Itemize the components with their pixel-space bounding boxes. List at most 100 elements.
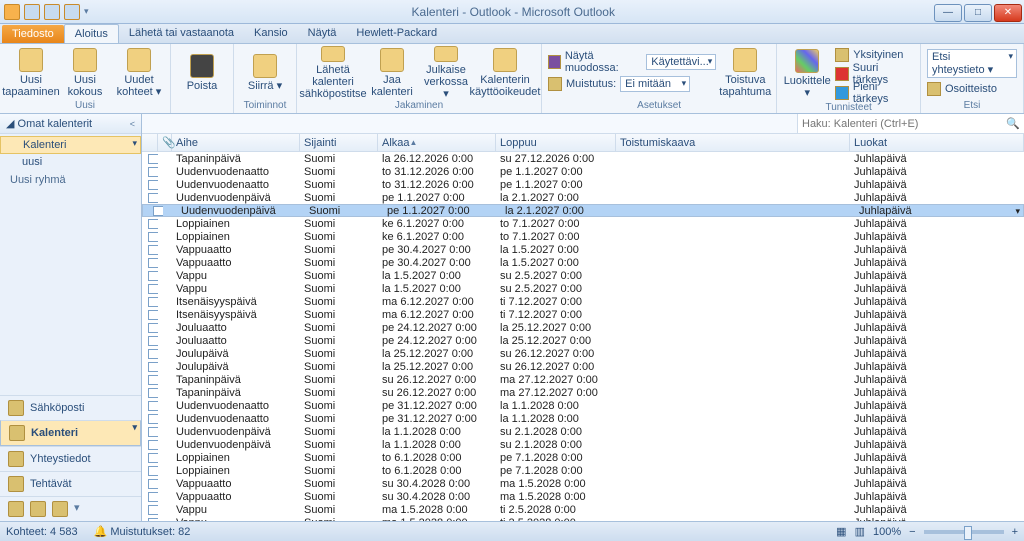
table-row[interactable]: UudenvuodenpäiväSuomipe 1.1.2027 0:00la … [142,191,1024,204]
appointment-icon [148,453,158,463]
shortcuts-icon[interactable] [52,501,68,517]
tab-file[interactable]: Tiedosto [2,25,64,43]
appointment-icon [148,258,158,268]
table-row[interactable]: TapaninpäiväSuomisu 26.12.2027 0:00ma 27… [142,373,1024,386]
folder-list-icon[interactable] [30,501,46,517]
find-contact-input[interactable]: Etsi yhteystieto ▾ [927,49,1017,78]
calendar-permissions-button[interactable]: Kalenterin käyttöoikeudet [475,46,535,100]
contacts-icon [8,451,24,467]
table-row[interactable]: JoulupäiväSuomila 25.12.2027 0:00su 26.1… [142,347,1024,360]
delete-button[interactable]: Poista [177,46,227,100]
search-input[interactable] [802,118,1006,130]
col-attachment[interactable]: 📎 [158,134,172,151]
undo-icon[interactable] [44,4,60,20]
tab-aloitus[interactable]: Aloitus [64,24,119,43]
nav-configure-icon[interactable]: ▾ [74,501,80,517]
col-sijainti[interactable]: Sijainti [300,134,378,151]
table-row[interactable]: UudenvuodenpäiväSuomila 1.1.2028 0:00su … [142,425,1024,438]
status-bar: Kohteet: 4 583 🔔 Muistutukset: 82 ▦ ▥ 10… [0,521,1024,541]
close-button[interactable]: ✕ [994,4,1022,22]
table-row[interactable]: VappuSuomima 1.5.2028 0:00ti 2.5.2028 0:… [142,503,1024,516]
nav-module-yhteystiedot[interactable]: Yhteystiedot [0,446,141,471]
outlook-icon [4,4,20,20]
categorize-button[interactable]: Luokittele ▾ [783,47,831,101]
col-aihe[interactable]: Aihe [172,134,300,151]
nav-calendar-kalenteri[interactable]: Kalenteri [0,136,141,154]
table-row[interactable]: UudenvuodenpäiväSuomila 1.1.2028 0:00su … [142,438,1024,451]
appointment-icon [148,245,158,255]
table-row[interactable]: VappuSuomila 1.5.2027 0:00su 2.5.2027 0:… [142,269,1024,282]
appointment-icon [148,492,158,502]
move-button[interactable]: Siirrä ▾ [240,46,290,100]
col-toistumiskaava[interactable]: Toistumiskaava [616,134,850,151]
table-row[interactable]: TapaninpäiväSuomila 26.12.2026 0:00su 27… [142,152,1024,165]
table-row[interactable]: ItsenäisyyspäiväSuomima 6.12.2027 0:00ti… [142,295,1024,308]
table-row[interactable]: VappuSuomima 1.5.2028 0:00ti 2.5.2028 0:… [142,516,1024,521]
col-alkaa[interactable]: Alkaa [378,134,496,151]
table-row[interactable]: ItsenäisyyspäiväSuomima 6.12.2027 0:00ti… [142,308,1024,321]
nav-calendar-uusi[interactable]: uusi [0,154,141,170]
table-row[interactable]: VappuaattoSuomisu 30.4.2028 0:00ma 1.5.2… [142,477,1024,490]
redo-icon[interactable] [64,4,80,20]
share-calendar-button[interactable]: Jaa kalenteri [367,46,417,100]
recurrence-button[interactable]: Toistuva tapahtuma [720,46,770,100]
tab-hewlett-packard[interactable]: Hewlett-Packard [346,24,447,43]
view-reading-icon[interactable]: ▥ [855,525,865,538]
collapse-pane-icon[interactable]: < [130,119,135,129]
table-body[interactable]: TapaninpäiväSuomila 26.12.2026 0:00su 27… [142,152,1024,521]
tab-lähetä-tai-vastaanota[interactable]: Lähetä tai vastaanota [119,24,244,43]
new-appointment-button[interactable]: Uusi tapaaminen [6,46,56,100]
search-box[interactable]: 🔍 [798,114,1024,133]
table-row[interactable]: LoppiainenSuomito 6.1.2028 0:00pe 7.1.20… [142,451,1024,464]
appointment-icon [148,427,158,437]
zoom-slider[interactable] [924,530,1004,534]
nav-module-tehtävät[interactable]: Tehtävät [0,471,141,496]
ribbon-tabs: Tiedosto AloitusLähetä tai vastaanotaKan… [0,24,1024,44]
table-row[interactable]: VappuaattoSuomisu 30.4.2028 0:00ma 1.5.2… [142,490,1024,503]
table-row[interactable]: LoppiainenSuomike 6.1.2027 0:00to 7.1.20… [142,230,1024,243]
quick-access-toolbar: ▾ [0,4,93,20]
table-row[interactable]: UudenvuodenaattoSuomito 31.12.2026 0:00p… [142,178,1024,191]
new-meeting-button[interactable]: Uusi kokous [60,46,110,100]
table-row[interactable]: UudenvuodenpäiväSuomipe 1.1.2027 0:00la … [142,204,1024,217]
table-row[interactable]: LoppiainenSuomike 6.1.2027 0:00to 7.1.20… [142,217,1024,230]
table-row[interactable]: TapaninpäiväSuomisu 26.12.2027 0:00ma 27… [142,386,1024,399]
reminder-label: Muistutus: [566,78,616,90]
email-calendar-button[interactable]: Lähetä kalenteri sähköpostitse [303,46,363,100]
zoom-out-button[interactable]: − [909,526,915,538]
table-row[interactable]: UudenvuodenaattoSuomito 31.12.2026 0:00p… [142,165,1024,178]
table-row[interactable]: VappuaattoSuomipe 30.4.2027 0:00la 1.5.2… [142,243,1024,256]
table-row[interactable]: UudenvuodenaattoSuomipe 31.12.2027 0:00l… [142,399,1024,412]
tab-kansio[interactable]: Kansio [244,24,298,43]
show-as-select[interactable]: Käytettävi... [646,54,716,70]
nav-new-group[interactable]: Uusi ryhmä [0,172,141,188]
tree-collapse-icon[interactable]: ◢ [6,117,14,130]
view-normal-icon[interactable]: ▦ [836,525,846,538]
search-icon[interactable]: 🔍 [1006,117,1020,130]
qat-dropdown-icon[interactable]: ▾ [84,6,89,17]
col-luokat[interactable]: Luokat [850,134,1024,151]
reminder-select[interactable]: Ei mitään [620,76,690,92]
col-icon[interactable] [142,134,158,151]
table-row[interactable]: LoppiainenSuomito 6.1.2028 0:00pe 7.1.20… [142,464,1024,477]
tab-näytä[interactable]: Näytä [298,24,347,43]
low-importance-button[interactable]: Pieni tärkeys [835,84,914,102]
table-row[interactable]: VappuaattoSuomipe 30.4.2027 0:00la 1.5.2… [142,256,1024,269]
address-book-button[interactable]: Osoitteisto [927,80,1017,98]
maximize-button[interactable]: □ [964,4,992,22]
notes-icon[interactable] [8,501,24,517]
nav-module-kalenteri[interactable]: Kalenteri [0,420,141,446]
table-row[interactable]: JoulupäiväSuomila 25.12.2027 0:00su 26.1… [142,360,1024,373]
nav-header-my-calendars[interactable]: ◢ Omat kalenterit < [0,114,141,134]
table-row[interactable]: JouluaattoSuomipe 24.12.2027 0:00la 25.1… [142,334,1024,347]
zoom-in-button[interactable]: + [1012,526,1018,538]
table-row[interactable]: JouluaattoSuomipe 24.12.2027 0:00la 25.1… [142,321,1024,334]
table-row[interactable]: UudenvuodenaattoSuomipe 31.12.2027 0:00l… [142,412,1024,425]
publish-online-button[interactable]: Julkaise verkossa ▾ [421,46,471,100]
new-items-button[interactable]: Uudet kohteet ▾ [114,46,164,100]
table-row[interactable]: VappuSuomila 1.5.2027 0:00su 2.5.2027 0:… [142,282,1024,295]
col-loppuu[interactable]: Loppuu [496,134,616,151]
nav-module-sähköposti[interactable]: Sähköposti [0,395,141,420]
save-icon[interactable] [24,4,40,20]
minimize-button[interactable]: — [934,4,962,22]
